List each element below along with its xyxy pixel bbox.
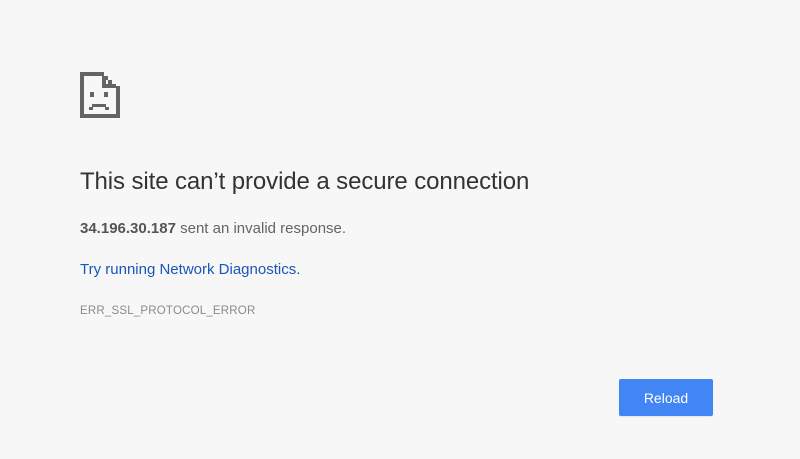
network-diagnostics-link[interactable]: Try running Network Diagnostics. <box>80 261 300 278</box>
host-address: 34.196.30.187 <box>80 220 176 237</box>
message-suffix: sent an invalid response. <box>175 220 347 237</box>
reload-button[interactable]: Reload <box>619 379 713 416</box>
error-code: ERR_SSL_PROTOCOL_ERROR <box>80 305 256 317</box>
error-message: 34.196.30.187 sent an invalid response. <box>80 220 346 237</box>
error-title: This site can’t provide a secure connect… <box>80 168 530 195</box>
sad-document-icon <box>80 72 120 118</box>
